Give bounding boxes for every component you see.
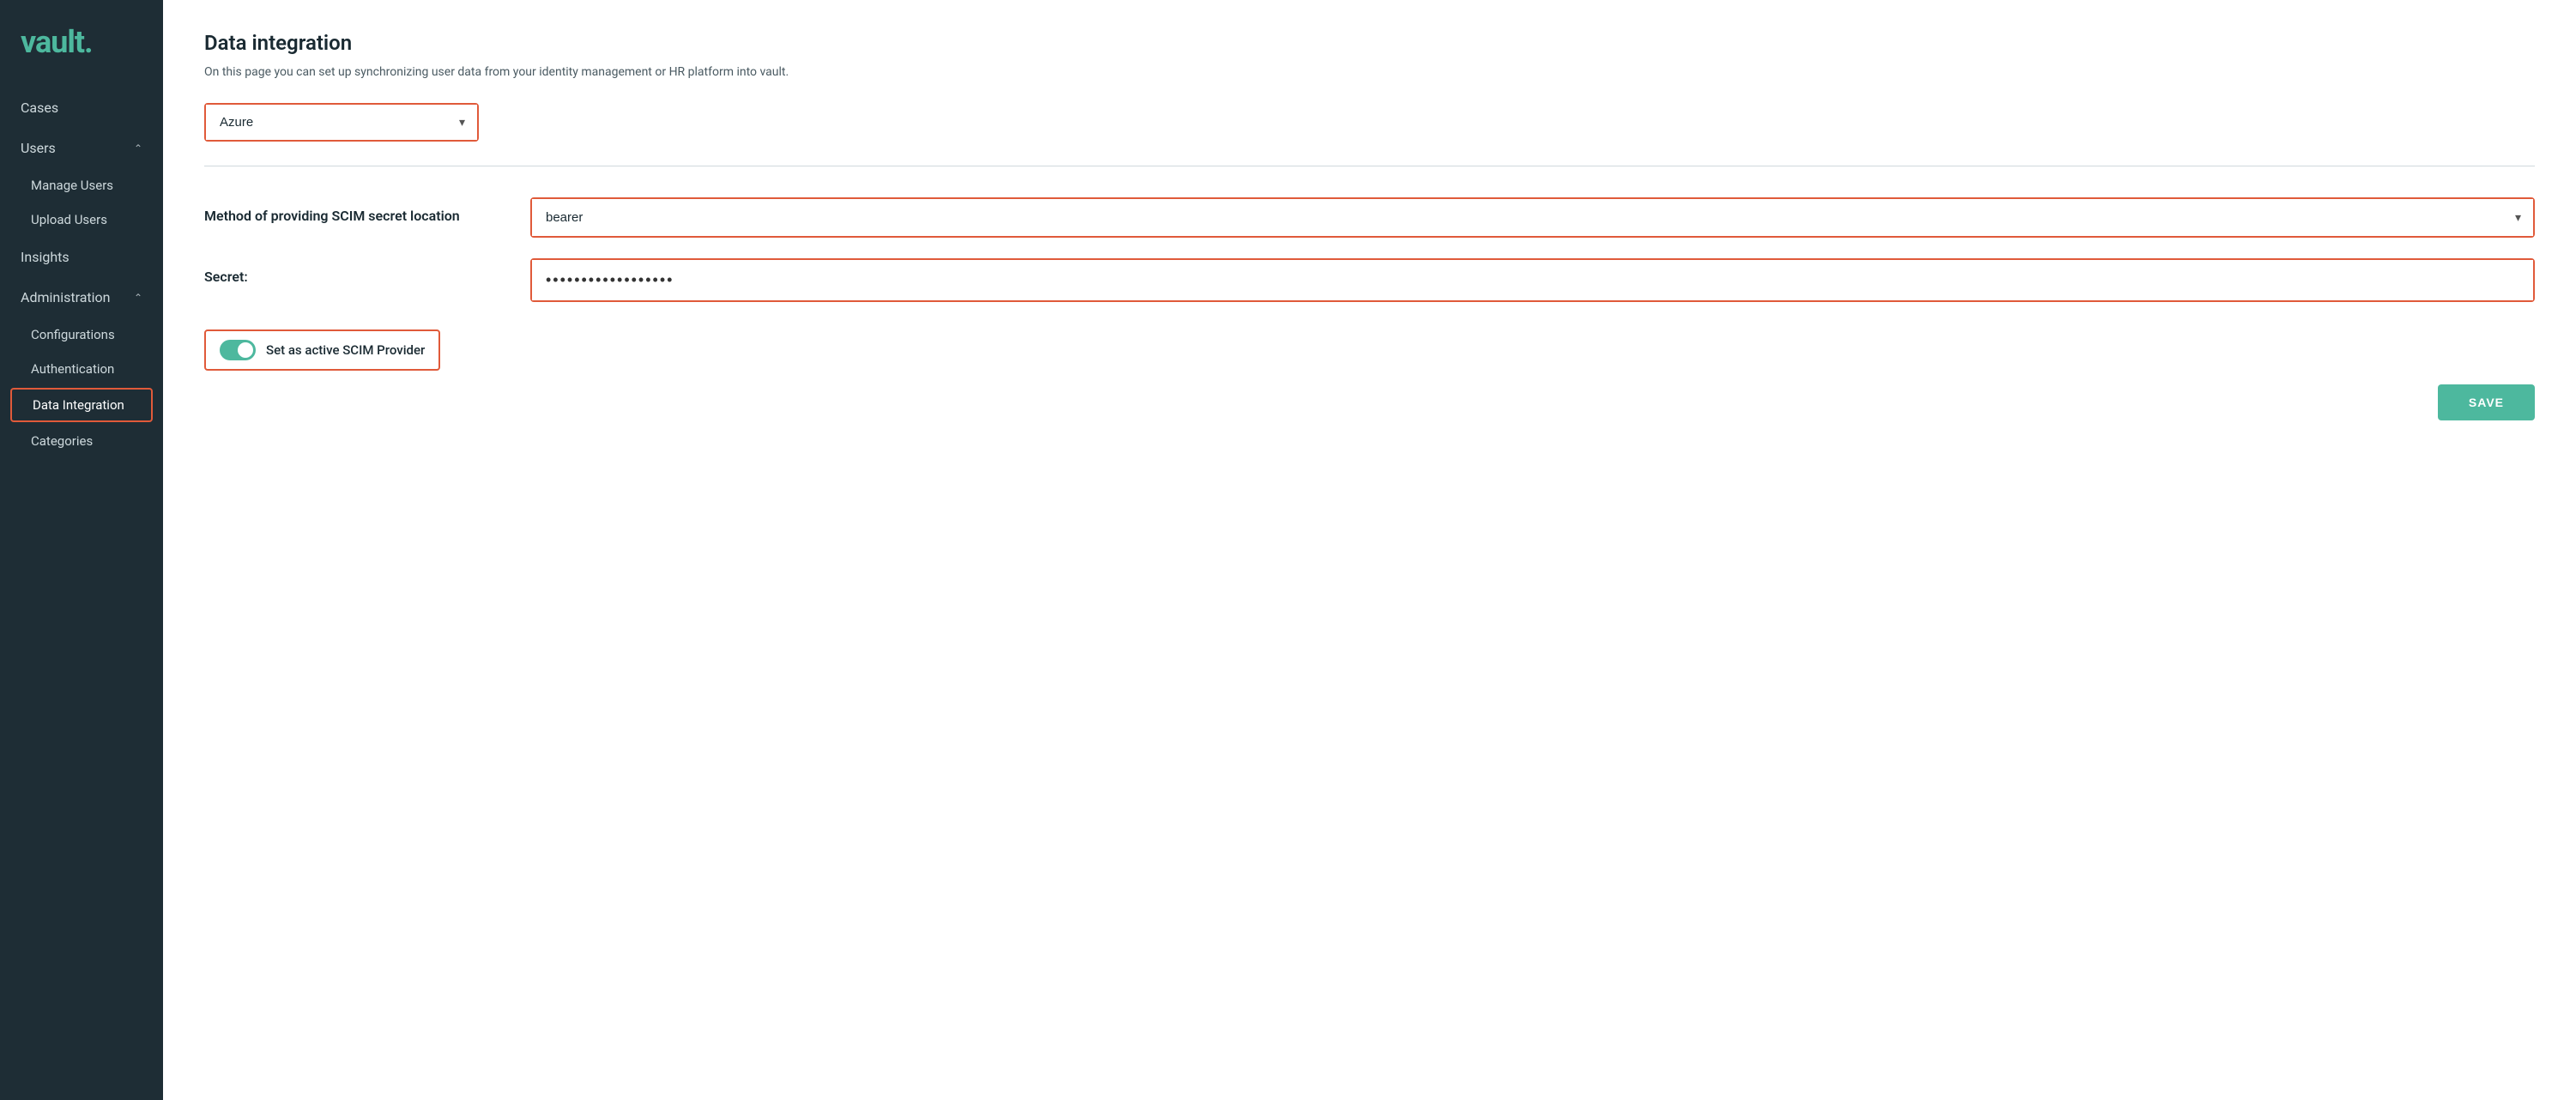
- secret-field-col: [530, 258, 2535, 302]
- chevron-up-icon: ⌃: [134, 142, 142, 154]
- sidebar-item-categories[interactable]: Categories: [0, 424, 163, 458]
- sidebar-item-cases-label: Cases: [21, 100, 58, 116]
- sidebar-item-upload-users[interactable]: Upload Users: [0, 202, 163, 237]
- secret-input[interactable]: [532, 260, 2533, 300]
- sidebar: vault. Cases Users ⌃ Manage Users Upload…: [0, 0, 163, 1100]
- scim-label-col: Method of providing SCIM secret location: [204, 197, 496, 224]
- toggle-label-text: Set as active SCIM Provider: [266, 342, 425, 358]
- sidebar-item-administration-label: Administration: [21, 289, 111, 305]
- sidebar-item-insights[interactable]: Insights: [0, 237, 163, 277]
- secret-section: Secret:: [204, 258, 2535, 302]
- page-title: Data integration: [204, 31, 2535, 55]
- main-content: Data integration On this page you can se…: [163, 0, 2576, 1100]
- sidebar-item-administration[interactable]: Administration ⌃: [0, 277, 163, 317]
- scim-select-wrapper[interactable]: bearer header query: [530, 197, 2535, 238]
- secret-input-wrapper[interactable]: [530, 258, 2535, 302]
- save-row: SAVE: [204, 384, 2535, 420]
- logo: vault.: [0, 0, 163, 88]
- sidebar-item-configurations[interactable]: Configurations: [0, 317, 163, 352]
- logo-text: vault.: [21, 24, 93, 60]
- sidebar-item-insights-label: Insights: [21, 249, 70, 265]
- provider-select[interactable]: Azure Okta Google LDAP: [206, 105, 477, 140]
- sidebar-item-manage-users[interactable]: Manage Users: [0, 168, 163, 202]
- secret-label: Secret:: [204, 258, 496, 285]
- sidebar-item-authentication[interactable]: Authentication: [0, 352, 163, 386]
- save-button[interactable]: SAVE: [2438, 384, 2535, 420]
- scim-method-select[interactable]: bearer header query: [532, 199, 2533, 236]
- sidebar-item-data-integration[interactable]: Data Integration: [10, 388, 153, 422]
- scim-section: Method of providing SCIM secret location…: [204, 197, 2535, 238]
- scim-provider-toggle-label[interactable]: Set as active SCIM Provider: [204, 329, 440, 371]
- scim-provider-toggle-row: Set as active SCIM Provider: [204, 329, 2535, 371]
- chevron-up-icon-admin: ⌃: [134, 292, 142, 304]
- sidebar-item-cases[interactable]: Cases: [0, 88, 163, 128]
- toggle-slider: [220, 340, 256, 360]
- page-subtitle: On this page you can set up synchronizin…: [204, 65, 2535, 79]
- toggle-switch[interactable]: [220, 340, 256, 360]
- sidebar-item-users[interactable]: Users ⌃: [0, 128, 163, 168]
- sidebar-item-users-label: Users: [21, 140, 56, 156]
- scim-field-col: bearer header query: [530, 197, 2535, 238]
- provider-select-wrapper[interactable]: Azure Okta Google LDAP: [204, 103, 479, 142]
- provider-select-inner: Azure Okta Google LDAP: [206, 105, 477, 140]
- secret-label-col: Secret:: [204, 258, 496, 285]
- scim-label: Method of providing SCIM secret location: [204, 197, 496, 224]
